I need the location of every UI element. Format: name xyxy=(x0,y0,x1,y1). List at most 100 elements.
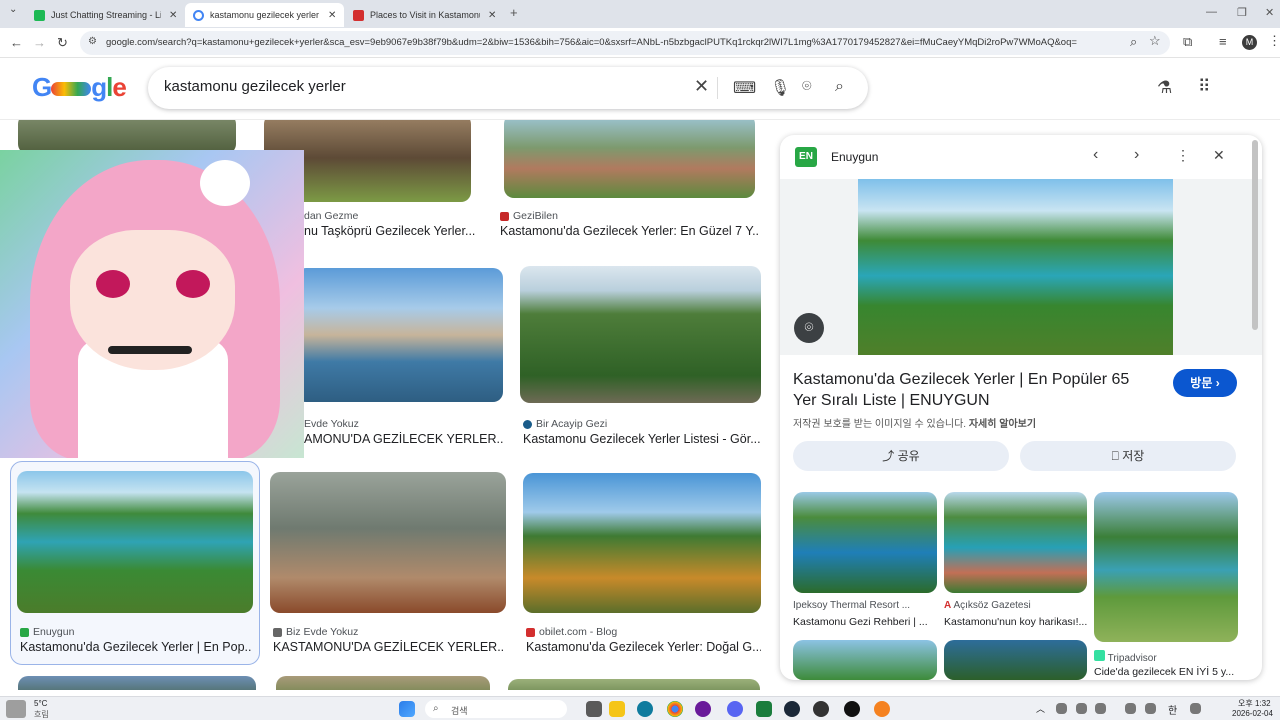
result-caption[interactable]: Kastamonu'da Gezilecek Yerler: Doğal G..… xyxy=(526,640,761,654)
weather-icon[interactable] xyxy=(6,700,26,718)
result-image[interactable] xyxy=(18,676,256,690)
panel-title[interactable]: Kastamonu'da Gezilecek Yerler | En Popül… xyxy=(793,369,1153,411)
menu-icon[interactable]: ⋮ xyxy=(1268,33,1280,49)
previous-icon[interactable]: ‹ xyxy=(1093,146,1098,164)
result-image[interactable] xyxy=(520,266,761,403)
result-image[interactable] xyxy=(523,473,761,613)
google-favicon-icon xyxy=(193,9,204,21)
zoom-icon[interactable]: ⌕ xyxy=(1130,34,1137,50)
related-image[interactable] xyxy=(793,640,937,680)
preview-image-frame: ⌾ xyxy=(780,179,1262,355)
tray-icon[interactable] xyxy=(1056,703,1067,714)
discord-icon[interactable] xyxy=(727,701,743,717)
clear-search-icon[interactable]: ✕ xyxy=(694,76,709,97)
close-tab-icon[interactable]: ✕ xyxy=(328,10,336,21)
tray-icon[interactable] xyxy=(1076,703,1087,714)
result-image[interactable] xyxy=(504,120,755,198)
steam-icon[interactable] xyxy=(784,701,800,717)
related-caption[interactable]: Cide'da gezilecek EN İYİ 5 y... xyxy=(1094,666,1238,678)
chrome-icon[interactable] xyxy=(667,701,683,717)
tray-icon[interactable] xyxy=(1095,703,1106,714)
save-button[interactable]: ⎕ 저장 xyxy=(1020,441,1236,471)
edge-icon[interactable] xyxy=(637,701,653,717)
tab-google-search[interactable]: kastamonu gezilecek yerler - Google ✕ xyxy=(185,3,345,27)
apps-grid-icon[interactable]: ⠿ xyxy=(1198,77,1210,97)
result-image[interactable] xyxy=(270,472,506,613)
share-button[interactable]: ⤴ 공유 xyxy=(793,441,1009,471)
related-image[interactable] xyxy=(944,640,1087,680)
new-tab-button[interactable]: + xyxy=(510,5,518,20)
lens-icon[interactable]: ⌾ xyxy=(802,78,812,96)
file-explorer-icon[interactable] xyxy=(609,701,625,717)
related-image[interactable] xyxy=(944,492,1087,593)
reading-list-icon[interactable]: ≡ xyxy=(1219,34,1227,49)
next-icon[interactable]: › xyxy=(1134,146,1139,164)
task-view-icon[interactable] xyxy=(586,701,602,717)
app-icon[interactable] xyxy=(874,701,890,717)
app-icon[interactable] xyxy=(756,701,772,717)
microphone-icon[interactable]: 🎙 xyxy=(770,78,790,98)
search-input[interactable] xyxy=(164,78,684,95)
profile-avatar[interactable]: M xyxy=(1242,35,1257,50)
result-caption[interactable]: Kastamonu Gezilecek Yerler Listesi - Gör… xyxy=(523,432,761,446)
close-panel-icon[interactable]: ✕ xyxy=(1213,147,1225,164)
result-caption[interactable]: KASTAMONU'DA GEZİLECEK YERLER... xyxy=(273,640,505,654)
site-favicon-icon xyxy=(1094,650,1105,661)
related-caption[interactable]: Kastamonu Gezi Rehberi | ... xyxy=(793,616,937,628)
taskbar-search[interactable]: ⌕ 검색 xyxy=(425,700,567,718)
visit-button[interactable]: 방문 › xyxy=(1173,369,1237,397)
keyboard-icon[interactable]: ⌨ xyxy=(733,78,756,98)
close-tab-icon[interactable]: ✕ xyxy=(488,10,496,21)
app-icon[interactable] xyxy=(695,701,711,717)
windows-start-icon[interactable] xyxy=(399,701,415,717)
panel-scrollbar[interactable] xyxy=(1252,140,1258,330)
url-bar[interactable]: ⚙ google.com/search?q=kastamonu+gezilece… xyxy=(80,31,1170,55)
network-icon[interactable] xyxy=(1125,703,1136,714)
result-caption[interactable]: AMONU'DA GEZİLECEK YERLER... xyxy=(304,432,504,446)
result-image[interactable] xyxy=(276,676,490,690)
share-icon: ⤴ xyxy=(882,449,895,463)
tray-icon[interactable] xyxy=(1190,703,1201,714)
result-caption[interactable]: Kastamonu'da Gezilecek Yerler: En Güzel … xyxy=(500,224,760,238)
related-caption[interactable]: Kastamonu'nun koy harikası!... xyxy=(944,616,1087,628)
avatar-choker xyxy=(108,346,192,354)
learn-more-link[interactable]: 자세히 알아보기 xyxy=(969,419,1036,430)
result-image[interactable] xyxy=(17,471,253,613)
maximize-icon[interactable]: ❐ xyxy=(1237,6,1247,19)
result-source: dan Gezme xyxy=(304,210,359,222)
result-caption[interactable]: nu Taşköprü Gezilecek Yerler... xyxy=(304,224,479,238)
related-image[interactable] xyxy=(793,492,937,593)
volume-icon[interactable] xyxy=(1145,703,1156,714)
reload-icon[interactable]: ↻ xyxy=(57,35,68,51)
clock-date[interactable]: 2026-02-04 xyxy=(1232,709,1273,718)
tab-places-kastamonu[interactable]: Places to Visit in Kastamonu ✕ xyxy=(345,3,504,27)
result-image[interactable] xyxy=(508,679,760,690)
bookmark-star-icon[interactable]: ☆ xyxy=(1149,33,1161,49)
obs-icon[interactable] xyxy=(844,701,860,717)
clock-time[interactable]: 오후 1:32 xyxy=(1238,698,1271,709)
tab-just-chatting[interactable]: Just Chatting Streaming - Live ✕ xyxy=(26,3,185,27)
ime-indicator[interactable]: 한 xyxy=(1168,702,1177,717)
result-caption[interactable]: Kastamonu'da Gezilecek Yerler | En Pop..… xyxy=(20,640,252,654)
minimize-icon[interactable]: — xyxy=(1206,6,1217,18)
preview-image[interactable] xyxy=(858,179,1173,355)
search-icon[interactable]: ⌕ xyxy=(835,78,844,96)
result-image[interactable] xyxy=(296,268,503,402)
related-image[interactable] xyxy=(1094,492,1238,642)
app-icon[interactable] xyxy=(813,701,829,717)
panel-source-name[interactable]: Enuygun xyxy=(831,150,878,164)
close-tab-icon[interactable]: ✕ xyxy=(169,10,177,21)
result-image[interactable] xyxy=(18,120,236,154)
back-icon[interactable]: ← xyxy=(10,35,23,50)
window-close-icon[interactable]: ✕ xyxy=(1265,6,1274,19)
extensions-icon[interactable]: ⧉ xyxy=(1183,34,1192,50)
labs-flask-icon[interactable]: ⚗ xyxy=(1157,78,1172,98)
tab-search-icon[interactable]: ⌄ xyxy=(9,4,17,15)
site-info-icon[interactable]: ⚙ xyxy=(88,36,97,47)
site-favicon-icon xyxy=(273,627,282,637)
more-options-icon[interactable]: ⋮ xyxy=(1176,147,1190,164)
tray-chevron-icon[interactable]: ︿ xyxy=(1036,702,1045,715)
forward-icon[interactable]: → xyxy=(33,35,46,50)
lens-search-icon[interactable]: ⌾ xyxy=(794,313,824,343)
google-logo[interactable]: Ggle xyxy=(32,72,127,103)
